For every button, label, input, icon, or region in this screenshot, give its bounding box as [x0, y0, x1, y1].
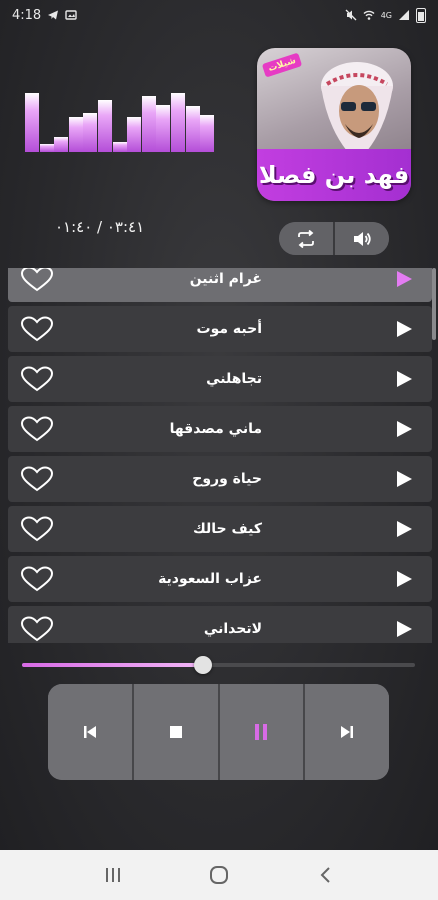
top-controls	[279, 222, 389, 255]
song-row[interactable]: كيف حالك	[8, 506, 432, 552]
song-row[interactable]: حياة وروح	[8, 456, 432, 502]
status-right: 4G	[345, 7, 426, 23]
favorite-heart-icon[interactable]	[20, 466, 54, 492]
seek-bar-thumb[interactable]	[193, 656, 212, 674]
visualizer-bar	[156, 105, 171, 152]
song-title: تجاهلني	[206, 371, 262, 387]
favorite-heart-icon[interactable]	[20, 366, 54, 392]
song-title: ماني مصدقها	[169, 421, 262, 437]
gallery-notification-icon	[65, 10, 77, 20]
status-left: 4:18	[12, 8, 77, 23]
repeat-icon	[298, 229, 314, 248]
favorite-heart-icon[interactable]	[20, 316, 54, 342]
favorite-heart-icon[interactable]	[20, 416, 54, 442]
pause-button[interactable]	[219, 684, 306, 780]
visualizer-bar	[141, 96, 156, 152]
visualizer-bar	[98, 100, 112, 152]
song-row[interactable]: أحبه موت	[8, 306, 432, 352]
song-list: غرام اثنين أحبه موت تجاهلني ماني مصدقها حياة…	[8, 268, 432, 643]
back-icon	[320, 867, 330, 883]
status-bar: 4:18 4G	[0, 0, 438, 30]
next-button[interactable]	[305, 684, 389, 780]
signal-icon	[399, 10, 409, 20]
repeat-button[interactable]	[279, 222, 335, 255]
visualizer-bar	[112, 142, 127, 152]
play-icon[interactable]	[397, 271, 412, 287]
visualizer-bar	[83, 113, 98, 152]
battery-icon	[416, 7, 426, 23]
song-title: عزاب السعودية	[158, 571, 262, 587]
seek-bar[interactable]	[22, 656, 415, 674]
play-icon[interactable]	[397, 521, 412, 537]
song-title: حياة وروح	[192, 471, 262, 487]
favorite-heart-icon[interactable]	[20, 616, 54, 642]
visualizer-bar	[185, 106, 200, 152]
visualizer-bar	[200, 115, 215, 152]
album-ribbon: شيلات	[261, 52, 303, 78]
song-title: كيف حالك	[192, 521, 262, 537]
play-icon[interactable]	[397, 321, 412, 337]
home-button[interactable]	[199, 860, 239, 890]
favorite-heart-icon[interactable]	[20, 566, 54, 592]
visualizer-bar	[127, 117, 142, 152]
mute-icon	[345, 9, 357, 21]
song-row[interactable]: عزاب السعودية	[8, 556, 432, 602]
volume-icon	[354, 231, 371, 246]
album-title-band: فهد بن فصلا	[257, 149, 411, 201]
stop-button[interactable]	[133, 684, 220, 780]
visualizer-bar	[54, 137, 69, 152]
song-row[interactable]: لاتحداني	[8, 606, 432, 643]
album-art: شيلات فهد بن فصلا	[257, 48, 411, 201]
list-scrollbar[interactable]	[432, 268, 436, 340]
play-icon[interactable]	[397, 571, 412, 587]
play-icon[interactable]	[397, 371, 412, 387]
status-time: 4:18	[12, 7, 42, 23]
stop-icon	[169, 726, 182, 738]
network-type: 4G	[380, 10, 392, 20]
visualizer-bar	[25, 93, 39, 152]
song-row[interactable]: تجاهلني	[8, 356, 432, 402]
song-row[interactable]: ماني مصدقها	[8, 406, 432, 452]
play-icon[interactable]	[397, 621, 412, 637]
song-title: لاتحداني	[203, 621, 262, 637]
visualizer-bar	[171, 93, 185, 152]
audio-visualizer	[25, 85, 215, 152]
seek-bar-fill	[22, 663, 203, 667]
play-icon[interactable]	[397, 471, 412, 487]
favorite-heart-icon[interactable]	[20, 516, 54, 542]
back-button[interactable]	[305, 860, 345, 890]
system-nav-bar	[0, 850, 438, 900]
recent-apps-button[interactable]	[93, 860, 133, 890]
pause-icon	[255, 724, 268, 740]
play-icon[interactable]	[397, 421, 412, 437]
album-title: فهد بن فصلا	[258, 161, 410, 189]
song-row[interactable]: غرام اثنين	[8, 268, 432, 302]
skip-next-icon	[341, 726, 354, 738]
player-controls	[48, 684, 389, 780]
wifi-icon	[363, 10, 375, 20]
previous-button[interactable]	[48, 684, 134, 780]
visualizer-bar	[68, 117, 83, 152]
visualizer-bar	[39, 144, 54, 152]
song-title: أحبه موت	[196, 321, 262, 337]
skip-previous-icon	[83, 726, 96, 738]
volume-button[interactable]	[335, 222, 389, 255]
favorite-heart-icon[interactable]	[20, 268, 54, 292]
telegram-icon	[48, 10, 59, 20]
artist-portrait	[321, 62, 393, 151]
time-display: ٠٣:٤١ / ٠١:٤٠	[55, 218, 145, 236]
song-title: غرام اثنين	[189, 271, 262, 287]
recent-apps-icon	[106, 868, 120, 882]
home-icon	[210, 866, 228, 884]
